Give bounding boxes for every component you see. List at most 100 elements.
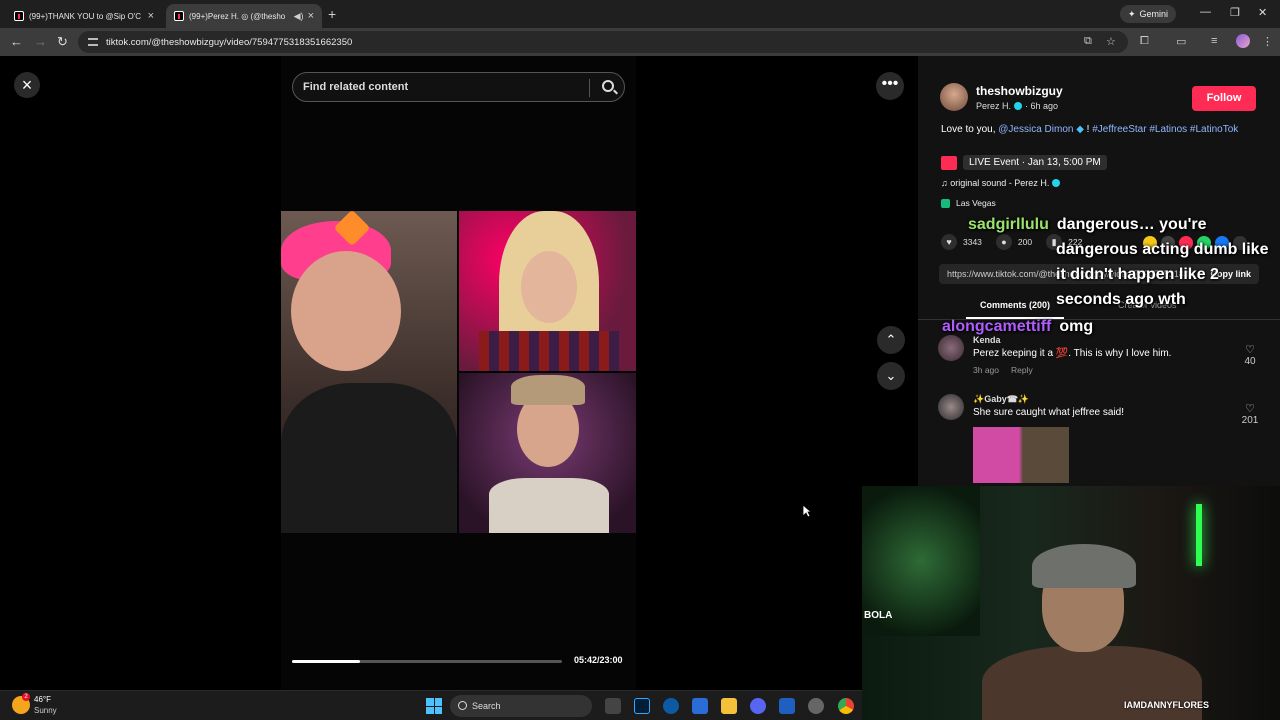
discord-icon[interactable] <box>750 698 766 714</box>
media-control-icon[interactable]: ≡ <box>1211 35 1217 47</box>
gemini-button[interactable]: ✦ Gemini <box>1120 5 1177 23</box>
taskbar-search-label: Search <box>472 701 501 711</box>
comment-text: Perez keeping it a 💯. This is why I love… <box>973 348 1172 359</box>
file-explorer-icon[interactable] <box>721 698 737 714</box>
tab-comments[interactable]: Comments (200) <box>965 300 1065 319</box>
chat-text: dangerous… you're <box>1056 216 1207 233</box>
comment-image[interactable] <box>973 427 1069 483</box>
reload-button[interactable]: ↻ <box>57 34 68 50</box>
caption-hashtags[interactable]: #JeffreeStar #Latinos #LatinoTok <box>1092 124 1238 135</box>
chrome-icon[interactable] <box>838 698 854 714</box>
related-search-input[interactable]: Find related content <box>292 72 625 102</box>
chat-username: sadgirllulu <box>968 216 1049 233</box>
comment-like[interactable]: ♡ 201 <box>1238 402 1262 426</box>
obs-icon[interactable] <box>808 698 824 714</box>
music-note-icon: ♫ <box>941 178 951 188</box>
video-player[interactable] <box>281 56 636 690</box>
live-event[interactable]: LIVE Event · Jan 13, 5:00 PM <box>941 155 1107 170</box>
edge-icon[interactable] <box>663 698 679 714</box>
verified-icon <box>1052 179 1061 187</box>
comments-count: 200 <box>1017 237 1033 247</box>
search-placeholder: Find related content <box>303 81 409 93</box>
menu-kebab-icon[interactable]: ⋮ <box>1262 35 1273 48</box>
comment-like-count: 40 <box>1244 356 1256 367</box>
calendar-icon <box>941 155 957 170</box>
chat-text: omg <box>1059 318 1094 335</box>
back-button[interactable]: ← <box>10 34 23 49</box>
creator-username[interactable]: theshowbizguy <box>976 84 1063 98</box>
stream-chat-message: alongcamettiff omg <box>942 314 1093 339</box>
cast-icon[interactable]: ⧉ <box>1084 35 1092 48</box>
creator-avatar[interactable] <box>940 83 968 111</box>
previous-video-button[interactable]: ⌃ <box>877 326 905 354</box>
green-light <box>1196 504 1202 566</box>
mouse-cursor-icon <box>802 504 812 518</box>
sound-link[interactable]: ♫ original sound - Perez H. <box>941 178 1063 188</box>
store-icon[interactable] <box>692 698 708 714</box>
notification-badge: 2 <box>22 693 30 701</box>
photoshop-icon[interactable] <box>634 698 650 714</box>
location-link[interactable]: Las Vegas <box>941 198 996 208</box>
tiktok-icon <box>14 11 24 21</box>
diamond-icon: ◆ <box>1073 124 1084 135</box>
comment-item: Kenda Perez keeping it a 💯. This is why … <box>938 335 1268 379</box>
progress-fill <box>292 660 360 663</box>
chat-username: alongcamettiff <box>942 318 1052 335</box>
minimize-button[interactable]: — <box>1200 6 1211 18</box>
commenter-avatar[interactable] <box>938 394 964 420</box>
caption-mention[interactable]: @Jessica Dimon <box>998 124 1073 135</box>
taskbar-search[interactable]: Search <box>450 695 592 717</box>
heart-icon[interactable]: ♥ <box>941 234 957 250</box>
side-panel-icon[interactable]: ▭ <box>1176 35 1186 48</box>
webcam-overlay: BOLA IAMDANNYFLORES <box>862 486 1280 720</box>
video-progress-bar[interactable] <box>292 660 562 663</box>
follow-button[interactable]: Follow <box>1192 86 1256 111</box>
speaker-icon[interactable]: ◀) <box>294 11 304 22</box>
verified-icon <box>1014 102 1023 110</box>
new-tab-button[interactable]: + <box>328 6 336 22</box>
address-bar[interactable]: tiktok.com/@theshowbizguy/video/75947753… <box>78 31 1128 53</box>
forward-button[interactable]: → <box>34 34 47 49</box>
bucket-hat <box>511 375 585 405</box>
video-time: 05:42/23:00 <box>574 655 623 665</box>
start-button[interactable] <box>426 698 442 714</box>
streamer-cap <box>1032 544 1136 588</box>
bola-sign: BOLA <box>864 610 893 621</box>
heart-outline-icon: ♡ <box>1245 403 1255 415</box>
streamer-handle: IAMDANNYFLORES <box>1124 700 1209 710</box>
tab-thank-you[interactable]: (99+)THANK YOU to @Sip O'C × <box>6 4 162 28</box>
reply-button[interactable]: Reply <box>1011 365 1033 375</box>
extensions-icon[interactable]: ⧠ <box>1140 35 1149 48</box>
comment-like-count: 201 <box>1241 415 1259 426</box>
guest-1-face <box>521 251 577 323</box>
restore-button[interactable]: ❐ <box>1230 6 1240 19</box>
weather-condition: Sunny <box>34 706 57 715</box>
tab-title: (99+)Perez H. ◎ (@thesho <box>189 11 286 21</box>
stream-chat-line: it didn't happen like 2 <box>1056 266 1219 283</box>
bookmark-star-icon[interactable]: ☆ <box>1106 35 1116 48</box>
creator-meta: Perez H. · 6h ago <box>976 101 1058 111</box>
comment-like[interactable]: ♡ 40 <box>1238 343 1262 367</box>
weather-temp: 46°F <box>34 695 51 704</box>
site-info-icon[interactable] <box>88 38 98 46</box>
more-options-button[interactable]: ••• <box>876 72 904 100</box>
search-icon[interactable] <box>602 80 614 92</box>
tab-perez[interactable]: (99+)Perez H. ◎ (@thesho ◀) × <box>166 4 322 28</box>
post-caption: Love to you, @Jessica Dimon ◆ ! #Jeffree… <box>941 123 1241 137</box>
tank-top <box>489 478 609 533</box>
next-video-button[interactable]: ⌄ <box>877 362 905 390</box>
task-view-icon[interactable] <box>605 698 621 714</box>
window-close-button[interactable]: ✕ <box>1258 6 1267 19</box>
notepad-icon[interactable] <box>779 698 795 714</box>
close-video-button[interactable]: × <box>14 72 40 98</box>
commenter-name[interactable]: ✨Gaby☎✨ <box>973 394 1029 405</box>
video-tile-guest-2 <box>459 373 636 533</box>
comment-text: She sure caught what jeffree said! <box>973 407 1125 418</box>
url-text: tiktok.com/@theshowbizguy/video/75947753… <box>106 36 353 48</box>
profile-avatar[interactable] <box>1236 34 1250 48</box>
location-name: Las Vegas <box>956 198 996 208</box>
video-tile-host <box>281 211 457 533</box>
close-tab-icon[interactable]: × <box>308 10 314 22</box>
close-tab-icon[interactable]: × <box>148 10 154 22</box>
location-icon <box>941 198 950 208</box>
